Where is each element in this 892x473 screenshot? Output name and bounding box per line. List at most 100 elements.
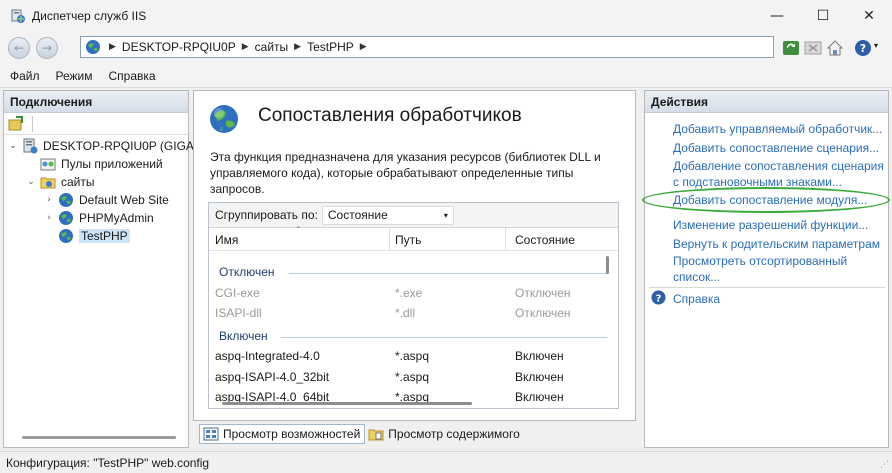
refresh-icon[interactable] — [782, 39, 800, 57]
globe-icon — [59, 211, 73, 225]
tree-node-label: сайты — [61, 175, 95, 189]
svg-text:?: ? — [656, 294, 662, 305]
address-toolbar: ← → ▶ DESKTOP-RPQIU0P ▶ сайты ▶ TestPHP … — [0, 31, 892, 64]
action-view-ordered-list[interactable]: Просмотреть отсортированный список... — [673, 253, 887, 285]
tree-node-label: Default Web Site — [79, 193, 169, 207]
globe-icon — [59, 193, 73, 207]
tree-node-server[interactable]: ⌄ DESKTOP-RPQIU0P (GIGAB — [8, 137, 202, 155]
expander[interactable]: ⌄ — [26, 177, 36, 187]
list-horizontal-scrollbar[interactable] — [222, 402, 472, 405]
breadcrumb-separator: ▶ — [241, 42, 249, 52]
home-icon[interactable] — [826, 39, 844, 57]
group-header-enabled[interactable]: Включен — [219, 329, 268, 343]
tree-node-label: PHPMyAdmin — [79, 211, 154, 225]
group-by-label: Сгруппировать по: — [215, 208, 318, 222]
title-bar: Диспетчер служб IIS — ☐ ✕ — [0, 0, 892, 31]
tab-label: Просмотр возможностей — [223, 427, 361, 441]
forward-button[interactable]: → — [36, 37, 58, 59]
handler-mappings-list: Сгруппировать по: Состояние ▾ ⌃ Имя Путь… — [208, 202, 619, 409]
tree-node-app-pools[interactable]: Пулы приложений — [26, 155, 163, 173]
list-vertical-scrollbar[interactable] — [606, 256, 609, 274]
status-bar: Конфигурация: "TestPHP" web.config ⋰ — [0, 451, 892, 473]
connections-pane: Подключения ⌄ DESKTOP-RPQIU0P (GIGAB Пул… — [3, 90, 202, 448]
table-row[interactable]: CGI-exe *.exe Отключен — [209, 283, 609, 303]
content-view-icon — [368, 429, 384, 441]
features-view-icon — [203, 427, 219, 441]
action-add-script-map[interactable]: Добавить сопоставление сценария... — [673, 140, 887, 156]
view-tabs: Просмотр возможностей Просмотр содержимо… — [199, 423, 524, 445]
menu-help[interactable]: Справка — [109, 69, 156, 83]
svg-text:?: ? — [860, 42, 866, 55]
connections-header: Подключения — [4, 91, 188, 113]
action-add-wildcard-script-map[interactable]: Добавление сопоставления сценария с подс… — [673, 158, 887, 190]
column-headers: ⌃ Имя Путь Состояние — [209, 225, 618, 251]
tree-node-label: TestPHP — [79, 229, 130, 243]
tree-node-sites[interactable]: ⌄ сайты — [26, 173, 95, 191]
server-icon — [23, 138, 38, 154]
help-icon[interactable]: ? — [854, 39, 872, 57]
connections-horizontal-scrollbar[interactable] — [22, 436, 176, 439]
page-title: Сопоставления обработчиков — [258, 105, 522, 126]
sites-folder-icon — [40, 177, 56, 189]
tree-node-testphp[interactable]: TestPHP — [44, 227, 130, 245]
table-row[interactable]: ISAPI-dll *.dll Отключен — [209, 303, 609, 323]
help-icon: ? — [651, 290, 666, 305]
connections-toolbar — [4, 113, 188, 135]
group-by-value: Состояние — [327, 208, 388, 222]
tree-node-label: DESKTOP-RPQIU0P (GIGAB — [43, 139, 202, 153]
feature-description: Эта функция предназначена для указания р… — [210, 150, 601, 196]
expander[interactable]: › — [44, 195, 54, 205]
tree-node-phpmyadmin[interactable]: › PHPMyAdmin — [44, 209, 154, 227]
group-header-disabled[interactable]: Отключен — [219, 265, 275, 279]
feature-pane: Сопоставления обработчиков Эта функция п… — [193, 90, 636, 421]
menu-view[interactable]: Режим — [56, 69, 93, 83]
action-add-managed-handler[interactable]: Добавить управляемый обработчик... — [673, 121, 887, 137]
expander[interactable]: › — [44, 213, 54, 223]
iis-manager-icon — [11, 9, 25, 23]
close-button[interactable]: ✕ — [846, 0, 892, 31]
stop-icon[interactable] — [804, 39, 822, 57]
status-text: Конфигурация: "TestPHP" web.config — [6, 456, 210, 470]
globe-icon — [59, 229, 73, 243]
menu-file[interactable]: Файл — [10, 69, 40, 83]
tab-label: Просмотр содержимого — [388, 427, 520, 441]
breadcrumb-separator: ▶ — [109, 42, 116, 52]
maximize-button[interactable]: ☐ — [800, 0, 846, 31]
column-header-state[interactable]: Состояние — [515, 233, 575, 247]
tab-content-view[interactable]: Просмотр содержимого — [365, 424, 523, 444]
actions-header: Действия — [645, 91, 888, 113]
tree-node-default-web-site[interactable]: › Default Web Site — [44, 191, 169, 209]
table-row[interactable]: aspq-Integrated-4.0 *.aspq Включен — [209, 346, 609, 366]
actions-divider — [649, 287, 885, 288]
tree-node-label: Пулы приложений — [61, 157, 163, 171]
handler-mappings-globe-icon — [210, 105, 238, 133]
breadcrumb[interactable]: ▶ DESKTOP-RPQIU0P ▶ сайты ▶ TestPHP ▶ — [80, 36, 774, 58]
app-pools-icon — [40, 158, 56, 171]
back-button[interactable]: ← — [8, 37, 30, 59]
minimize-button[interactable]: — — [754, 0, 800, 31]
group-by-bar: Сгруппировать по: Состояние ▾ — [209, 203, 618, 228]
chevron-down-icon: ▾ — [443, 210, 448, 220]
actions-pane: Действия Добавить управляемый обработчик… — [644, 90, 889, 448]
resize-grip-icon[interactable]: ⋰ — [880, 460, 889, 470]
breadcrumb-separator: ▶ — [294, 42, 302, 52]
help-dropdown-arrow[interactable]: ▾ — [874, 41, 878, 50]
tab-features-view[interactable]: Просмотр возможностей — [199, 424, 366, 444]
breadcrumb-server[interactable]: DESKTOP-RPQIU0P — [122, 40, 236, 54]
expander[interactable]: ⌄ — [8, 141, 18, 151]
globe-icon — [86, 40, 100, 54]
action-add-module-mapping[interactable]: Добавить сопоставление модуля... — [673, 192, 887, 208]
action-revert-to-parent[interactable]: Вернуть к родительским параметрам — [673, 236, 887, 252]
sort-indicator-icon: ⌃ — [295, 225, 302, 234]
action-edit-feature-permissions[interactable]: Изменение разрешений функции... — [673, 217, 887, 233]
breadcrumb-sites[interactable]: сайты — [255, 40, 289, 54]
connect-icon[interactable] — [8, 115, 24, 132]
column-header-path[interactable]: Путь — [395, 233, 421, 247]
breadcrumb-site[interactable]: TestPHP — [307, 40, 354, 54]
group-by-select[interactable]: Состояние ▾ — [321, 205, 454, 225]
breadcrumb-separator: ▶ — [359, 42, 367, 52]
action-help[interactable]: Справка — [673, 291, 887, 307]
column-header-name[interactable]: Имя — [215, 233, 238, 247]
window-title: Диспетчер служб IIS — [32, 8, 147, 23]
table-row[interactable]: aspq-ISAPI-4.0_32bit *.aspq Включен — [209, 367, 609, 387]
